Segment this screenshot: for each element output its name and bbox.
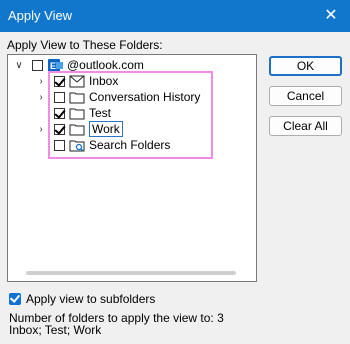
- folder-list-text: Inbox; Test; Work: [9, 323, 102, 337]
- folder-tree[interactable]: ∨ E @outlook.com › Inbox › Conversation …: [7, 54, 257, 282]
- highlight-box: [48, 71, 213, 159]
- apply-subfolders-label: Apply view to subfolders: [26, 292, 156, 306]
- outlook-account-icon: E: [47, 58, 64, 72]
- title-bar: Apply View ✕: [0, 0, 350, 32]
- account-checkbox[interactable]: [32, 59, 43, 71]
- apply-subfolders-checkbox[interactable]: [9, 293, 21, 305]
- close-icon[interactable]: ✕: [320, 5, 342, 27]
- expand-chevron-icon[interactable]: ›: [34, 89, 48, 105]
- tree-label: Apply View to These Folders:: [7, 38, 163, 52]
- ok-button[interactable]: OK: [269, 56, 342, 76]
- apply-subfolders-option[interactable]: Apply view to subfolders: [9, 292, 155, 306]
- svg-text:E: E: [50, 61, 56, 71]
- apply-view-dialog: Apply View ✕ Apply View to These Folders…: [0, 0, 350, 344]
- expand-chevron-icon[interactable]: ›: [34, 121, 48, 137]
- cancel-button[interactable]: Cancel: [269, 86, 342, 106]
- tree-item-label: @outlook.com: [67, 58, 144, 72]
- clear-all-button[interactable]: Clear All: [269, 116, 342, 136]
- expand-chevron-icon[interactable]: ›: [34, 73, 48, 89]
- collapse-chevron-icon[interactable]: ∨: [12, 57, 26, 73]
- horizontal-scrollbar[interactable]: [26, 271, 236, 275]
- window-title: Apply View: [8, 8, 73, 23]
